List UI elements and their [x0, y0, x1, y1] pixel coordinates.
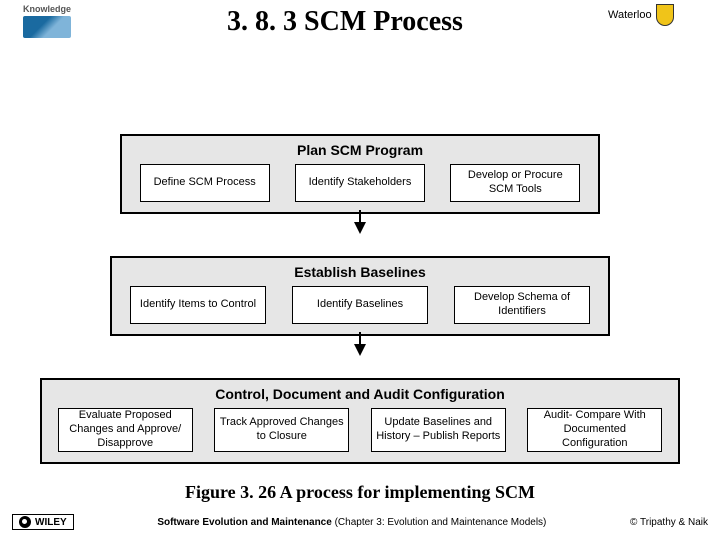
wiley-icon — [19, 516, 31, 528]
footer-text-bold: Software Evolution and Maintenance — [157, 517, 331, 528]
phase3-row: Evaluate Proposed Changes and Approve/ D… — [52, 408, 668, 452]
box-identify-stakeholders: Identify Stakeholders — [295, 164, 425, 202]
scm-diagram: Plan SCM Program Define SCM Process Iden… — [0, 134, 720, 464]
box-audit-compare: Audit- Compare With Documented Configura… — [527, 408, 662, 452]
arrow-1 — [0, 212, 720, 234]
phase2-row: Identify Items to Control Identify Basel… — [122, 286, 598, 324]
phase3-title: Control, Document and Audit Configuratio… — [52, 386, 668, 402]
box-identify-baselines: Identify Baselines — [292, 286, 428, 324]
phase2-title: Establish Baselines — [122, 264, 598, 280]
footer-text: Software Evolution and Maintenance (Chap… — [74, 517, 630, 528]
phase-plan-scm: Plan SCM Program Define SCM Process Iden… — [120, 134, 600, 214]
box-define-scm-process: Define SCM Process — [140, 164, 270, 202]
footer: WILEY Software Evolution and Maintenance… — [0, 514, 720, 530]
box-evaluate-proposed: Evaluate Proposed Changes and Approve/ D… — [58, 408, 193, 452]
figure-caption: Figure 3. 26 A process for implementing … — [0, 482, 720, 503]
waterloo-logo: Waterloo — [608, 4, 708, 26]
wiley-label: WILEY — [35, 517, 67, 528]
wiley-logo: WILEY — [12, 514, 74, 530]
arrow-down-icon — [354, 222, 366, 234]
footer-credit: © Tripathy & Naik — [630, 517, 708, 528]
phase-control-document-audit: Control, Document and Audit Configuratio… — [40, 378, 680, 464]
box-develop-schema: Develop Schema of Identifiers — [454, 286, 590, 324]
phase1-title: Plan SCM Program — [132, 142, 588, 158]
waterloo-label: Waterloo — [608, 9, 652, 21]
box-update-baselines: Update Baselines and History – Publish R… — [371, 408, 506, 452]
box-identify-items: Identify Items to Control — [130, 286, 266, 324]
header: Knowledge 3. 8. 3 SCM Process Waterloo — [0, 0, 720, 44]
knowledge-icon — [23, 16, 71, 38]
box-develop-procure-tools: Develop or Procure SCM Tools — [450, 164, 580, 202]
arrow-2 — [0, 334, 720, 356]
footer-text-rest: (Chapter 3: Evolution and Maintenance Mo… — [335, 517, 547, 528]
arrow-down-icon — [354, 344, 366, 356]
page-title: 3. 8. 3 SCM Process — [82, 4, 608, 38]
shield-icon — [656, 4, 674, 26]
knowledge-logo: Knowledge — [12, 4, 82, 44]
phase1-row: Define SCM Process Identify Stakeholders… — [132, 164, 588, 202]
phase-establish-baselines: Establish Baselines Identify Items to Co… — [110, 256, 610, 336]
box-track-approved: Track Approved Changes to Closure — [214, 408, 349, 452]
knowledge-label: Knowledge — [23, 4, 71, 14]
